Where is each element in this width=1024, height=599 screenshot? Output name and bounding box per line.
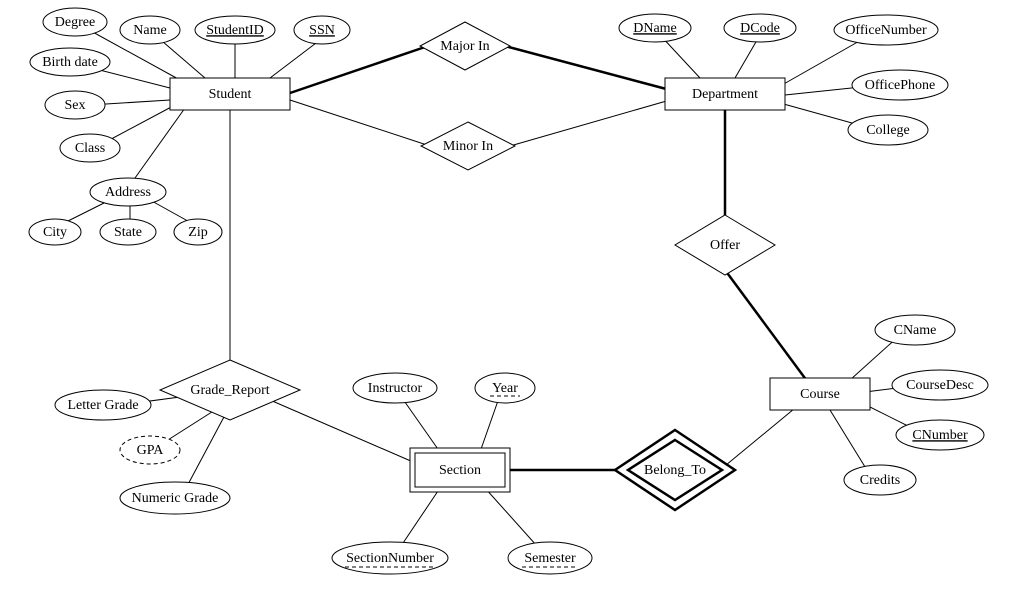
- rel-belong-to: Belong_To: [615, 430, 735, 510]
- attr-college: College: [848, 115, 928, 145]
- edge-course-belongto: [720, 404, 800, 470]
- attr-state: State: [100, 219, 156, 245]
- entity-course: Course: [770, 378, 870, 410]
- attr-class-label: Class: [75, 141, 105, 156]
- attr-numericgrade-label: Numeric Grade: [132, 491, 219, 506]
- attr-ssn-label: SSN: [309, 23, 335, 38]
- attr-cname-label: CName: [894, 323, 937, 338]
- attr-numericgrade: Numeric Grade: [120, 482, 230, 514]
- attr-zip-label: Zip: [188, 225, 207, 240]
- attr-credits-label: Credits: [860, 473, 900, 488]
- attr-state-label: State: [114, 225, 142, 240]
- attr-cnumber-label: CNumber: [912, 428, 968, 443]
- attr-dname: DName: [619, 14, 691, 42]
- attr-year-label: Year: [492, 381, 518, 396]
- attr-degree: Degree: [43, 8, 107, 36]
- attr-coursedesc-label: CourseDesc: [906, 378, 974, 393]
- rel-minor-in: Minor In: [421, 122, 515, 170]
- entity-section: Section: [410, 448, 510, 492]
- edge-student-minorin: [290, 100, 430, 146]
- rel-major-in: Major In: [420, 22, 510, 70]
- attr-officenumber-label: OfficeNumber: [845, 23, 927, 38]
- edge-majorin-department: [505, 46, 670, 90]
- entity-department-label: Department: [692, 87, 758, 102]
- attr-officephone: OfficePhone: [852, 70, 948, 100]
- edge-offer-course: [725, 270, 810, 385]
- attr-class: Class: [60, 134, 120, 162]
- attr-gpa: GPA: [120, 436, 180, 464]
- attr-cname: CName: [875, 315, 955, 345]
- edge-gr-numericgrade: [185, 415, 225, 490]
- edge-student-address: [130, 108, 185, 185]
- rel-belong-to-label: Belong_To: [644, 463, 706, 478]
- entity-student: Student: [170, 78, 290, 110]
- edge-gradereport-section: [270, 400, 420, 465]
- rel-offer: Offer: [675, 215, 775, 275]
- attr-studentid: StudentID: [195, 16, 275, 44]
- attr-sectionnumber-label: SectionNumber: [346, 551, 434, 566]
- attr-address: Address: [90, 178, 166, 206]
- attr-name: Name: [120, 16, 180, 44]
- attr-lettergrade-label: Letter Grade: [67, 398, 138, 413]
- attr-address-label: Address: [105, 185, 151, 200]
- attr-studentid-label: StudentID: [206, 23, 264, 38]
- attr-city-label: City: [43, 225, 67, 240]
- attr-cnumber: CNumber: [896, 420, 984, 450]
- edge-section-year: [480, 395, 500, 452]
- attr-degree-label: Degree: [55, 15, 95, 30]
- rel-minor-in-label: Minor In: [443, 139, 493, 154]
- attr-gpa-label: GPA: [137, 443, 165, 458]
- attr-coursedesc: CourseDesc: [892, 370, 988, 400]
- rel-offer-label: Offer: [710, 238, 740, 253]
- attr-birthdate-label: Birth date: [42, 55, 98, 70]
- attr-officenumber: OfficeNumber: [834, 15, 938, 45]
- entity-department: Department: [665, 78, 785, 110]
- attr-city: City: [29, 219, 81, 245]
- attr-ssn: SSN: [294, 16, 350, 44]
- attr-credits: Credits: [844, 465, 916, 495]
- attr-instructor: Instructor: [353, 373, 437, 403]
- attr-college-label: College: [866, 123, 910, 138]
- edge-student-ssn: [270, 40, 320, 78]
- edge-student-majorin: [290, 46, 428, 93]
- attr-lettergrade: Letter Grade: [55, 390, 151, 420]
- attr-dcode-label: DCode: [740, 21, 780, 36]
- attr-sex: Sex: [45, 91, 105, 119]
- attr-instructor-label: Instructor: [368, 381, 423, 396]
- edge-course-credits: [830, 410, 870, 475]
- entity-student-label: Student: [209, 87, 252, 102]
- attr-year: Year: [475, 373, 535, 403]
- attr-sex-label: Sex: [65, 98, 86, 113]
- attr-name-label: Name: [133, 23, 166, 38]
- edge-minorin-department: [510, 100, 670, 146]
- entity-course-label: Course: [800, 387, 840, 402]
- attr-dname-label: DName: [633, 21, 677, 36]
- attr-birthdate: Birth date: [30, 48, 110, 76]
- attr-officephone-label: OfficePhone: [865, 78, 936, 93]
- rel-major-in-label: Major In: [440, 39, 489, 54]
- attr-sectionnumber: SectionNumber: [332, 542, 448, 574]
- attr-semester: Semester: [508, 542, 592, 574]
- entity-section-label: Section: [439, 463, 481, 478]
- rel-grade-report-label: Grade_Report: [190, 383, 269, 398]
- rel-grade-report: Grade_Report: [160, 360, 300, 420]
- edge-section-instructor: [400, 395, 440, 452]
- attr-dcode: DCode: [724, 14, 796, 42]
- attr-zip: Zip: [174, 219, 222, 245]
- er-diagram: Student Department Course Section Major …: [0, 0, 1024, 599]
- attr-semester-label: Semester: [524, 551, 576, 566]
